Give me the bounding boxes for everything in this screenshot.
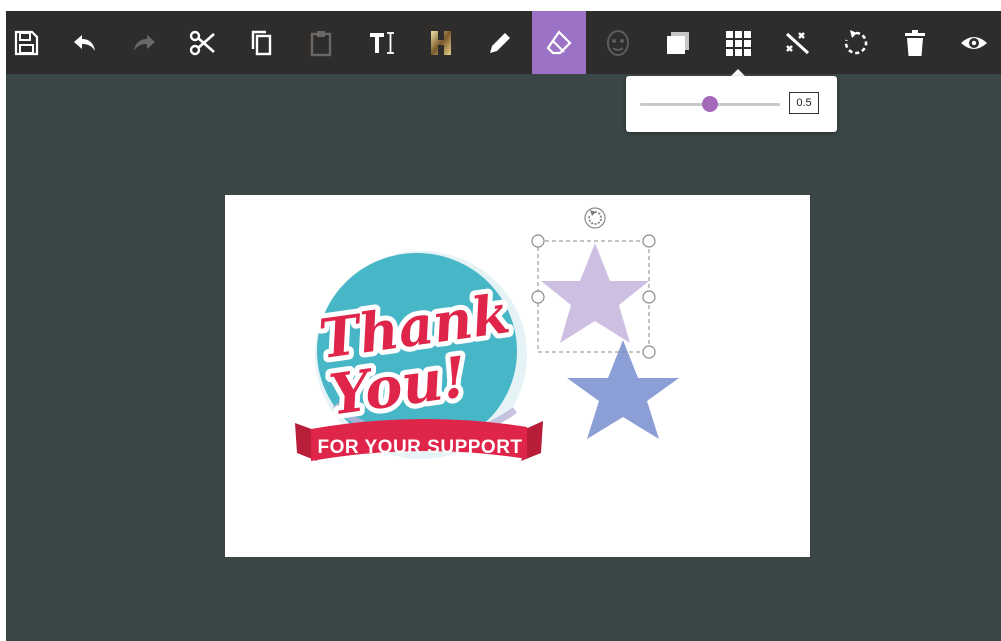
selected-star[interactable] [541, 243, 649, 343]
copy-button[interactable] [235, 11, 289, 74]
magic-wand-button[interactable] [770, 11, 824, 74]
highlight-tool-button[interactable] [414, 11, 468, 74]
opacity-popup: 0.5 [626, 76, 837, 132]
pencil-tool-button[interactable] [473, 11, 527, 74]
face-icon [607, 29, 629, 56]
resize-handle-left[interactable] [531, 290, 545, 304]
cut-button[interactable] [176, 11, 230, 74]
preview-button[interactable] [947, 11, 1001, 74]
eraser-tool-button[interactable] [532, 11, 586, 74]
face-filter-button[interactable] [591, 11, 645, 74]
text-icon [370, 31, 394, 54]
save-button[interactable] [0, 11, 53, 74]
copy-icon [251, 30, 272, 55]
toolbar [6, 11, 1001, 74]
paste-button[interactable] [294, 11, 348, 74]
magic-wand-icon [785, 31, 810, 54]
resize-handle-right[interactable] [642, 290, 656, 304]
text-tool-button[interactable] [355, 11, 409, 74]
design-canvas[interactable]: Thank Thank You! You! FOR YOUR SUPPORT [225, 195, 810, 557]
rotate-handle[interactable] [584, 207, 606, 229]
layers-button[interactable] [651, 11, 705, 74]
grid-icon [726, 30, 751, 56]
thank-you-sticker[interactable]: Thank Thank You! You! FOR YOUR SUPPORT [295, 251, 543, 461]
rotate-icon [844, 29, 868, 54]
opacity-value[interactable]: 0.5 [789, 92, 819, 114]
rotate-button[interactable] [829, 11, 883, 74]
editor-app: 0.5 Thank Thank You! You! FOR YOUR SUPPO… [6, 11, 1001, 641]
undo-button[interactable] [58, 11, 112, 74]
eye-icon [961, 36, 987, 49]
blue-star[interactable] [567, 340, 679, 439]
pencil-icon [490, 32, 510, 53]
scissors-icon [189, 30, 215, 55]
undo-icon [74, 34, 95, 51]
clipboard-icon [310, 30, 332, 56]
sticker-banner-text: FOR YOUR SUPPORT [317, 437, 522, 458]
grid-button[interactable] [711, 11, 765, 74]
texture-text-icon [431, 30, 451, 55]
delete-button[interactable] [888, 11, 942, 74]
layers-icon [667, 31, 689, 54]
redo-icon [134, 34, 155, 51]
save-icon [14, 30, 39, 55]
eraser-icon [546, 29, 572, 54]
resize-handle-bottom-right[interactable] [642, 345, 656, 359]
redo-button[interactable] [117, 11, 171, 74]
trash-icon [905, 29, 925, 56]
resize-handle-top-right[interactable] [642, 234, 656, 248]
canvas-artwork: Thank Thank You! You! FOR YOUR SUPPORT [295, 207, 679, 461]
resize-handle-top-left[interactable] [531, 234, 545, 248]
opacity-slider-thumb[interactable] [702, 96, 718, 112]
